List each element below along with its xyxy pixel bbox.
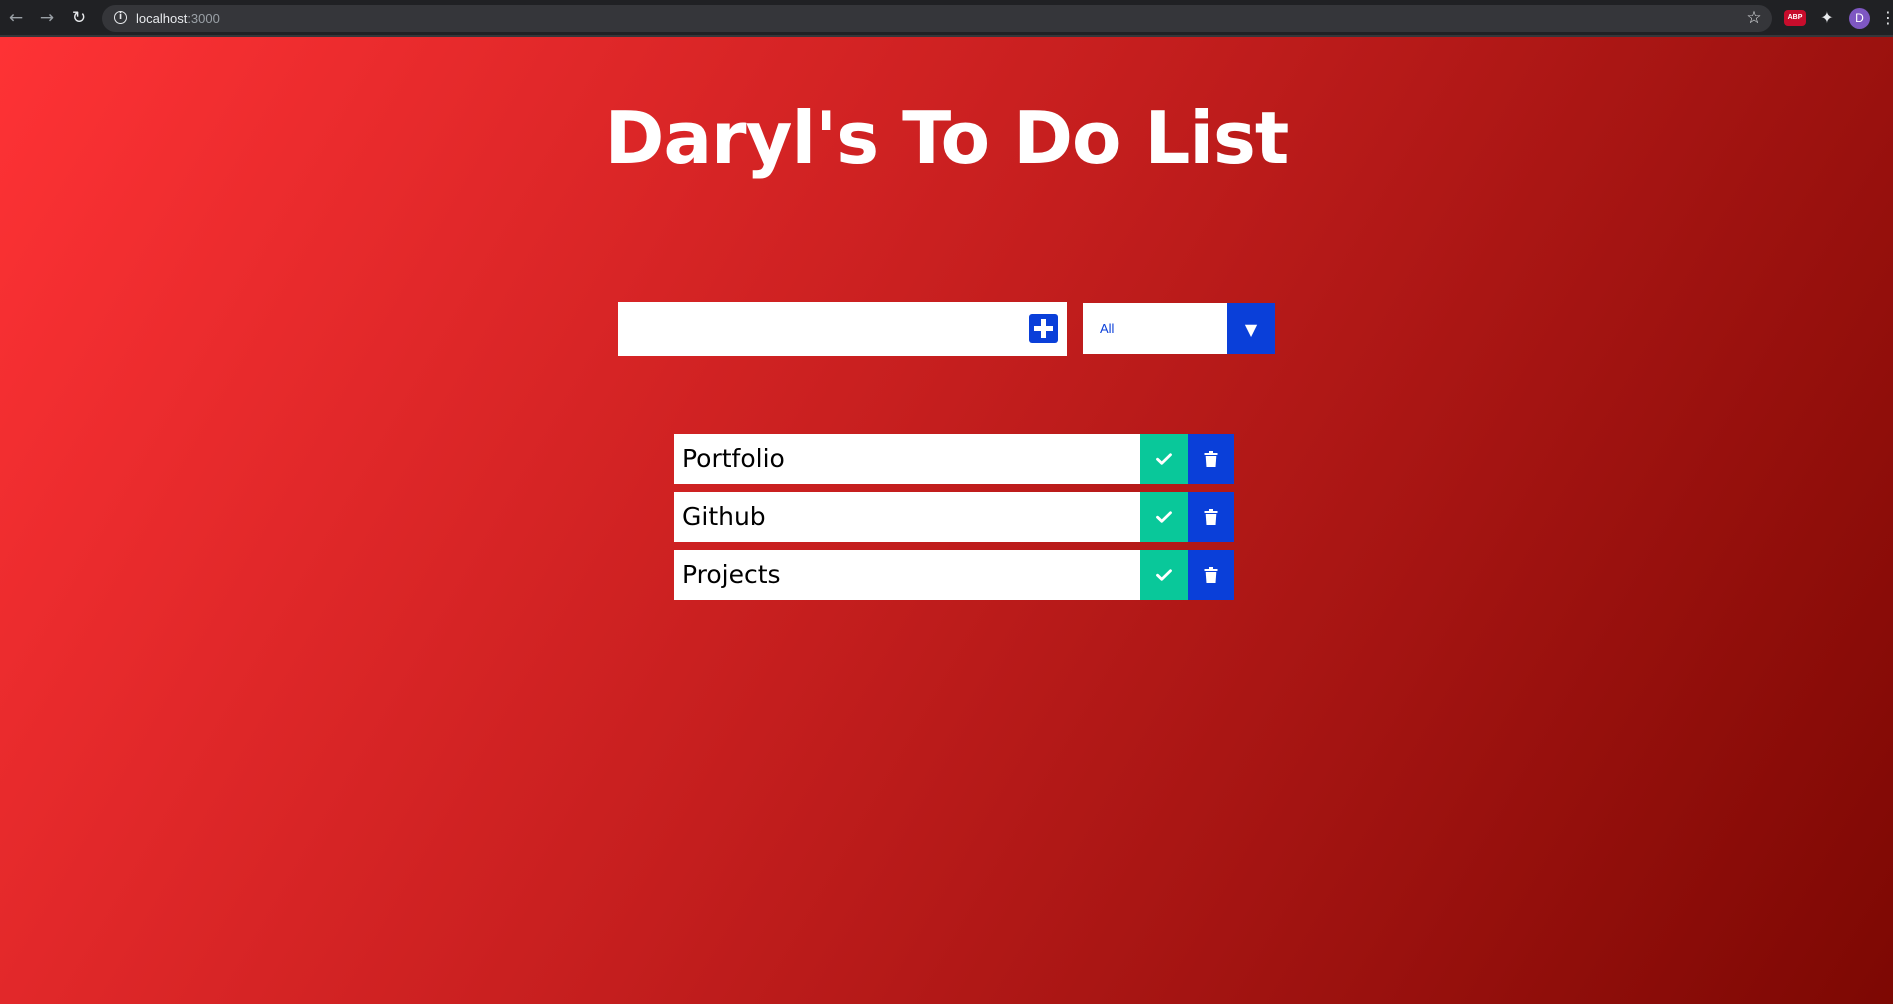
trash-icon	[1204, 509, 1218, 525]
forward-arrow-icon[interactable]: →	[38, 9, 56, 27]
delete-button[interactable]	[1188, 550, 1234, 600]
filter-selected-value: All	[1100, 321, 1115, 336]
delete-button[interactable]	[1188, 492, 1234, 542]
bookmark-star-icon[interactable]: ☆	[1744, 8, 1764, 28]
url-port: :3000	[187, 11, 220, 26]
todo-text: Github	[682, 502, 766, 531]
caret-down-icon[interactable]: ▼	[1227, 303, 1275, 354]
app-page: Daryl's To Do List All ▼ Portfolio Githu…	[0, 37, 1893, 1004]
todo-text: Projects	[682, 560, 781, 589]
reload-icon[interactable]: ↻	[70, 9, 88, 27]
browser-toolbar: ← → ↻ i localhost:3000 ☆ ABP ✦ D ⋮	[0, 0, 1893, 37]
back-arrow-icon[interactable]: ←	[7, 9, 25, 27]
complete-button[interactable]	[1140, 550, 1188, 600]
todo-item: Github	[674, 492, 1234, 542]
complete-button[interactable]	[1140, 492, 1188, 542]
complete-button[interactable]	[1140, 434, 1188, 484]
trash-icon	[1204, 451, 1218, 467]
todo-text: Portfolio	[682, 444, 785, 473]
profile-avatar[interactable]: D	[1849, 8, 1870, 29]
todo-input[interactable]	[618, 302, 1067, 356]
todo-item: Portfolio	[674, 434, 1234, 484]
plus-square-icon	[1034, 319, 1053, 338]
add-todo-button[interactable]	[1029, 314, 1058, 343]
trash-icon	[1204, 567, 1218, 583]
todo-form: All ▼	[618, 302, 1275, 356]
address-url[interactable]: localhost:3000	[136, 5, 220, 32]
check-icon	[1156, 569, 1172, 581]
delete-button[interactable]	[1188, 434, 1234, 484]
check-icon	[1156, 453, 1172, 465]
todo-list: Portfolio Github Projects	[674, 434, 1234, 608]
todo-item: Projects	[674, 550, 1234, 600]
address-bar[interactable]: i localhost:3000	[102, 5, 1772, 32]
filter-select[interactable]: All ▼	[1083, 303, 1275, 354]
browser-menu-icon[interactable]: ⋮	[1880, 8, 1893, 28]
adblock-extension-icon[interactable]: ABP	[1784, 10, 1806, 26]
extensions-puzzle-icon[interactable]: ✦	[1817, 8, 1837, 28]
check-icon	[1156, 511, 1172, 523]
page-title: Daryl's To Do List	[604, 96, 1290, 180]
info-icon[interactable]: i	[114, 11, 127, 24]
url-host: localhost	[136, 11, 188, 26]
